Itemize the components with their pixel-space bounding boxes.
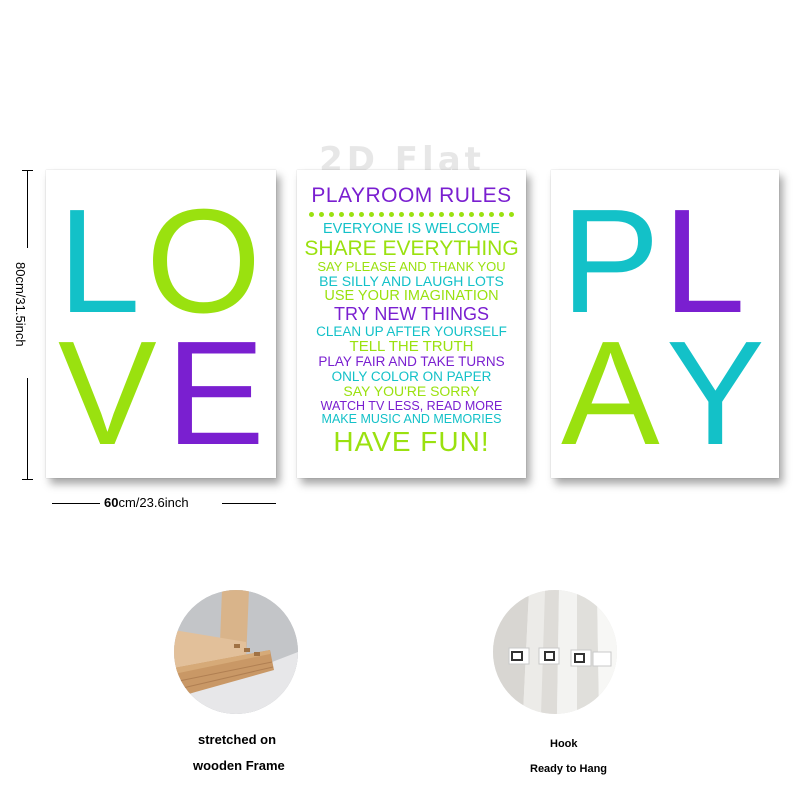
divider-dot bbox=[479, 212, 484, 217]
playroom-rules-canvas: PLAYROOM RULES EVERYONE IS WELCOME SHARE… bbox=[297, 170, 526, 478]
rule-item: WATCH TV LESS, READ MORE bbox=[320, 398, 503, 413]
width-dimension-label: 60cm/23.6inch bbox=[104, 495, 189, 510]
divider-dot bbox=[389, 212, 394, 217]
dot-divider bbox=[309, 212, 514, 220]
hook-caption-line-2: Ready to Hang bbox=[530, 763, 608, 775]
rule-item: MAKE MUSIC AND MEMORIES bbox=[321, 412, 502, 427]
rule-item: EVERYONE IS WELCOME bbox=[323, 221, 500, 237]
divider-dot bbox=[509, 212, 514, 217]
divider-dot bbox=[489, 212, 494, 217]
divider-dot bbox=[379, 212, 384, 217]
love-canvas: L O V E bbox=[46, 170, 276, 478]
frame-caption-line-2: wooden Frame bbox=[193, 758, 285, 773]
divider-dot bbox=[419, 212, 424, 217]
divider-dot bbox=[369, 212, 374, 217]
divider-dot bbox=[439, 212, 444, 217]
height-dimension-line bbox=[27, 170, 28, 248]
height-dimension-label: 80cm/31.5inch bbox=[13, 262, 28, 347]
divider-dot bbox=[339, 212, 344, 217]
hook-photo-icon bbox=[493, 590, 617, 714]
letter-a: A bbox=[561, 311, 660, 476]
divider-dot bbox=[319, 212, 324, 217]
divider-dot bbox=[429, 212, 434, 217]
rule-item: SAY YOU'RE SORRY bbox=[343, 383, 480, 400]
divider-dot bbox=[469, 212, 474, 217]
width-dimension-rest: cm/23.6inch bbox=[118, 495, 189, 510]
width-dimension-cm: 60 bbox=[104, 495, 119, 510]
rule-item: SHARE EVERYTHING bbox=[304, 236, 519, 260]
rule-item: BE SILLY AND LAUGH LOTS bbox=[319, 273, 504, 290]
height-dimension-tick bbox=[22, 479, 33, 480]
rule-item: CLEAN UP AFTER YOURSELF bbox=[316, 323, 507, 339]
divider-dot bbox=[349, 212, 354, 217]
divider-dot bbox=[399, 212, 404, 217]
divider-dot bbox=[499, 212, 504, 217]
divider-dot bbox=[449, 212, 454, 217]
rule-item: USE YOUR IMAGINATION bbox=[324, 288, 499, 305]
hook-illustration bbox=[493, 590, 617, 714]
rule-item: TRY NEW THINGS bbox=[333, 304, 490, 325]
rules-list: EVERYONE IS WELCOME SHARE EVERYTHING SAY… bbox=[297, 221, 526, 427]
letter-v: V bbox=[58, 311, 157, 476]
frame-caption-line-1: stretched on bbox=[198, 732, 277, 747]
divider-dot bbox=[329, 212, 334, 217]
rules-footer: HAVE FUN! bbox=[333, 426, 490, 457]
rule-item: SAY PLEASE AND THANK YOU bbox=[317, 259, 506, 275]
wooden-frame-photo-icon bbox=[174, 590, 298, 714]
divider-dot bbox=[359, 212, 364, 217]
rule-item: ONLY COLOR ON PAPER bbox=[331, 368, 492, 384]
play-canvas: P L A Y bbox=[551, 170, 779, 478]
width-dimension-line bbox=[52, 503, 100, 504]
letter-y: Y bbox=[666, 311, 765, 476]
letter-e: E bbox=[166, 311, 265, 476]
wooden-frame-illustration bbox=[174, 590, 298, 714]
divider-dot bbox=[409, 212, 414, 217]
height-dimension: 80cm/31.5inch bbox=[13, 262, 30, 382]
height-dimension-tick bbox=[22, 170, 33, 171]
rule-item: PLAY FAIR AND TAKE TURNS bbox=[318, 354, 505, 370]
divider-dot bbox=[309, 212, 314, 217]
rules-title: PLAYROOM RULES bbox=[311, 184, 512, 207]
height-dimension-line bbox=[27, 378, 28, 480]
width-dimension-line bbox=[222, 503, 276, 504]
divider-dot bbox=[459, 212, 464, 217]
hook-caption-line-1: Hook bbox=[550, 738, 578, 750]
rule-item: TELL THE TRUTH bbox=[349, 338, 474, 356]
